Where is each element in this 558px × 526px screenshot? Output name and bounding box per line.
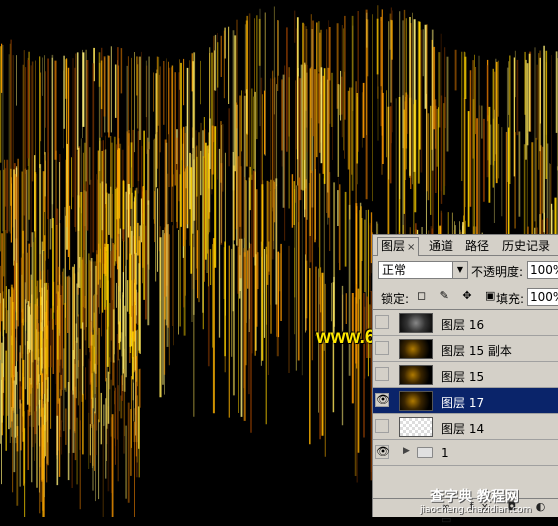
eye-icon[interactable]: 👁 — [375, 445, 390, 459]
layer-name: 图层 16 — [441, 318, 485, 332]
layer-row[interactable]: 图层 14 — [373, 414, 558, 440]
tab-channels-label: 通道 — [429, 239, 454, 253]
folder-icon — [417, 447, 433, 458]
visibility-toggle[interactable] — [375, 315, 389, 329]
layer-thumbnail — [399, 391, 433, 411]
close-icon[interactable]: × — [407, 242, 415, 253]
layer-list: 图层 16 图层 15 副本 图层 15 👁 图层 17 图层 14 👁 ▶ 1 — [373, 309, 558, 470]
opacity-field[interactable]: 100% — [527, 261, 558, 279]
layer-row[interactable]: 图层 15 — [373, 362, 558, 388]
site-url: jiaocheng.chazidian.com — [420, 505, 532, 515]
fill-field[interactable]: 100% — [527, 288, 558, 306]
site-logo: 查字典 教程网 — [430, 489, 519, 505]
blend-mode-select[interactable]: 正常 ▼ — [378, 261, 468, 279]
panel-tabs: 图层 × 通道 路径 历史记录 — [373, 235, 558, 256]
layer-group-row[interactable]: 👁 ▶ 1 — [373, 440, 558, 466]
lock-row: 锁定: ◻ ✎ ✥ ▣ 填充: 100% — [376, 288, 558, 306]
tab-paths[interactable]: 路径 — [462, 238, 492, 255]
blend-mode-value: 正常 — [382, 263, 407, 277]
visibility-toggle[interactable] — [375, 367, 389, 381]
layers-panel: 图层× 通道 路径 历史记录 正常 ▼ 不透明度: 100% 锁定: ◻ ✎ ✥… — [372, 234, 558, 526]
visibility-toggle[interactable] — [375, 341, 389, 355]
tab-history[interactable]: 历史记录 — [499, 238, 553, 255]
layer-thumbnail — [399, 313, 433, 333]
layer-thumbnail — [399, 339, 433, 359]
tab-layers-label: 图层 — [381, 239, 406, 253]
tab-channels[interactable]: 通道 — [426, 238, 456, 255]
layer-name: 1 — [441, 446, 449, 460]
layer-name: 图层 15 — [441, 370, 485, 384]
opacity-label: 不透明度: — [471, 265, 524, 279]
layer-name: 图层 15 副本 — [441, 344, 512, 358]
lock-icons[interactable]: ◻ ✎ ✥ ▣ — [417, 289, 500, 302]
tab-paths-label: 路径 — [465, 239, 490, 253]
visibility-toggle[interactable] — [375, 419, 389, 433]
layer-row-selected[interactable]: 👁 图层 17 — [373, 388, 558, 414]
fill-label: 填充: — [496, 292, 525, 306]
tab-history-label: 历史记录 — [502, 239, 551, 253]
eye-icon[interactable]: 👁 — [375, 393, 390, 407]
layer-row[interactable]: 图层 15 副本 — [373, 336, 558, 362]
blend-row: 正常 ▼ 不透明度: 100% — [376, 261, 558, 281]
layer-row[interactable]: 图层 16 — [373, 310, 558, 336]
layer-thumbnail — [399, 365, 433, 385]
layer-name: 图层 14 — [441, 422, 485, 436]
chevron-down-icon[interactable]: ▼ — [452, 262, 467, 278]
tab-layers[interactable]: 图层 × — [377, 237, 420, 256]
layer-name: 图层 17 — [441, 396, 485, 410]
layer-thumbnail — [399, 417, 433, 437]
lock-label: 锁定: — [381, 292, 410, 306]
expand-arrow-icon[interactable]: ▶ — [403, 446, 410, 456]
